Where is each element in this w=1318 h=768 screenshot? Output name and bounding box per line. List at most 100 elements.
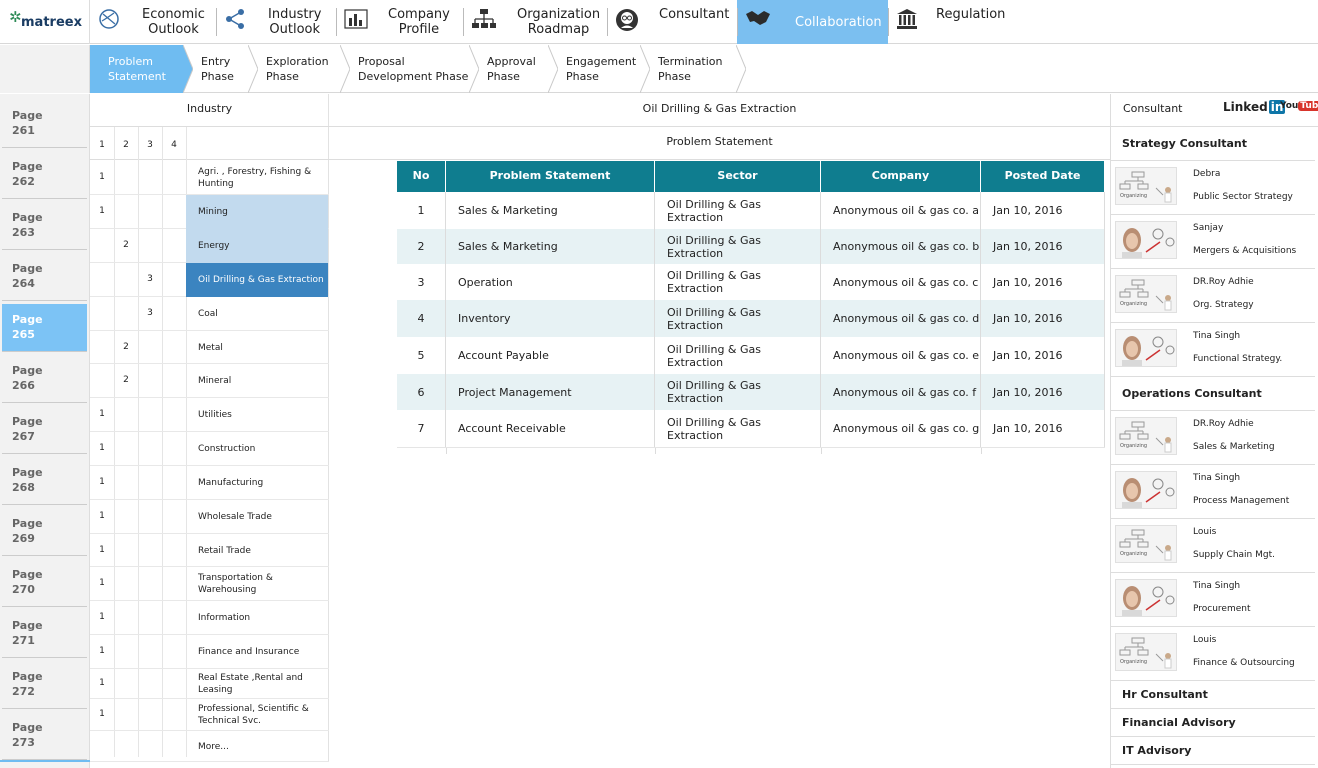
phase-proposal-development-phase[interactable]: Proposal Development Phase xyxy=(340,45,479,93)
consultant-category[interactable]: Hr Consultant xyxy=(1111,681,1315,709)
industry-row[interactable]: 1 Transportation & Warehousing xyxy=(90,567,329,601)
page-item[interactable]: Page 269 xyxy=(2,508,87,556)
column-header-no[interactable]: No xyxy=(397,161,446,192)
phase-engagement-phase[interactable]: Engagement Phase xyxy=(548,45,650,93)
logo-text: matreex xyxy=(21,15,82,30)
industry-name[interactable]: Agri. , Forestry, Fishing & Hunting xyxy=(186,161,328,195)
industry-name[interactable]: Coal xyxy=(186,297,328,331)
industry-row[interactable]: 1 Manufacturing xyxy=(90,466,329,500)
table-row[interactable]: 7 Account Receivable Oil Drilling & Gas Ex… xyxy=(397,410,1105,447)
consultant-category[interactable]: Operations Consultant xyxy=(1111,377,1315,411)
page-item[interactable]: Page 273 xyxy=(2,712,87,760)
industry-row[interactable]: 1 Mining xyxy=(90,195,329,229)
phase-approval-phase[interactable]: Approval Phase xyxy=(469,45,558,93)
page-item[interactable]: Page 270 xyxy=(2,559,87,607)
consultant-card[interactable]: Organizing Louis Finance & Outsourcing xyxy=(1111,627,1315,681)
consultant-category[interactable]: Financial Advisory xyxy=(1111,709,1315,737)
industry-name[interactable]: Construction xyxy=(186,432,328,466)
industry-name[interactable]: Oil Drilling & Gas Extraction xyxy=(186,263,328,297)
consultant-card[interactable]: Organizing DR.Roy Adhie Org. Strategy xyxy=(1111,269,1315,323)
level-3[interactable]: 3 xyxy=(138,140,162,150)
industry-name[interactable]: Wholesale Trade xyxy=(186,500,328,534)
industry-row[interactable]: 1 Real Estate ,Rental and Leasing xyxy=(90,669,329,699)
nav-economic-outlook[interactable]: Economic Outlook xyxy=(90,0,216,44)
consultant-photo: Organizing xyxy=(1115,417,1177,455)
industry-name[interactable]: Transportation & Warehousing xyxy=(186,567,328,601)
page-item[interactable]: Page 267 xyxy=(2,406,87,454)
nav-collaboration[interactable]: Collaboration xyxy=(737,0,888,44)
industry-row[interactable]: 2 Metal xyxy=(90,331,329,364)
consultant-card[interactable]: Tina Singh Process Management xyxy=(1111,465,1315,519)
page-item[interactable]: Page 264 xyxy=(2,253,87,301)
column-header-posted-date[interactable]: Posted Date xyxy=(981,161,1105,192)
industry-name[interactable]: Information xyxy=(186,601,328,635)
level-4[interactable]: 4 xyxy=(162,140,186,150)
industry-name[interactable]: More... xyxy=(186,731,328,762)
industry-name[interactable]: Mining xyxy=(186,195,328,229)
industry-name[interactable]: Manufacturing xyxy=(186,466,328,500)
industry-row[interactable]: 1 Utilities xyxy=(90,398,329,432)
nav-organization-roadmap[interactable]: Organization Roadmap xyxy=(463,0,607,44)
industry-row[interactable]: 1 Agri. , Forestry, Fishing & Hunting xyxy=(90,161,329,195)
page-item[interactable]: Page 263 xyxy=(2,202,87,250)
industry-name[interactable]: Energy xyxy=(186,229,328,263)
linkedin-icon[interactable]: Linked in xyxy=(1223,100,1286,114)
industry-row[interactable]: 1 Construction xyxy=(90,432,329,466)
consultant-card[interactable]: Tina Singh Functional Strategy. xyxy=(1111,323,1315,377)
page-item[interactable]: Page 261 xyxy=(2,100,87,148)
page-item[interactable]: Page 271 xyxy=(2,610,87,658)
youtube-icon[interactable]: YouTube xyxy=(1280,101,1318,111)
nav-industry-outlook[interactable]: Industry Outlook xyxy=(216,0,336,44)
industry-row[interactable]: 1 Finance and Insurance xyxy=(90,635,329,669)
cell-posted-date: Jan 10, 2016 xyxy=(981,410,1105,447)
industry-row[interactable]: 3 Oil Drilling & Gas Extraction xyxy=(90,263,329,297)
nav-consultant[interactable]: Consultant xyxy=(607,0,737,44)
table-row[interactable]: 5 Account Payable Oil Drilling & Gas Extra… xyxy=(397,337,1105,374)
consultant-card[interactable]: Tina Singh Procurement xyxy=(1111,573,1315,627)
industry-level-value: 1 xyxy=(99,443,105,453)
page-item[interactable]: Page 265 xyxy=(2,304,87,352)
industry-row[interactable]: 2 Mineral xyxy=(90,364,329,398)
industry-row[interactable]: More... xyxy=(90,731,329,762)
industry-name[interactable]: Utilities xyxy=(186,398,328,432)
nav-company-profile[interactable]: Company Profile xyxy=(336,0,463,44)
column-header-sector[interactable]: Sector xyxy=(655,161,821,192)
industry-row[interactable]: 2 Energy xyxy=(90,229,329,263)
consultant-card[interactable]: Organizing Debra Public Sector Strategy xyxy=(1111,161,1315,215)
table-row[interactable]: 6 Project Management Oil Drilling & Gas Ex… xyxy=(397,374,1105,410)
page-item[interactable]: Page 262 xyxy=(2,151,87,199)
phase-termination-phase[interactable]: Termination Phase xyxy=(640,45,746,93)
table-row[interactable]: 2 Sales & Marketing Oil Drilling & Gas Ext… xyxy=(397,229,1105,264)
industry-row[interactable]: 1 Information xyxy=(90,601,329,635)
industry-name[interactable]: Real Estate ,Rental and Leasing xyxy=(186,669,328,699)
table-row[interactable]: 4 Inventory Oil Drilling & Gas Extraction A… xyxy=(397,300,1105,337)
consultant-category[interactable]: Strategy Consultant xyxy=(1111,127,1315,161)
consultant-category[interactable]: IT Advisory xyxy=(1111,737,1315,765)
industry-row[interactable]: 1 Professional, Scientific & Technical Sv… xyxy=(90,699,329,731)
industry-name[interactable]: Mineral xyxy=(186,364,328,398)
consultant-card[interactable]: Organizing DR.Roy Adhie Sales & Marketing xyxy=(1111,411,1315,465)
page-item[interactable]: Page 268 xyxy=(2,457,87,505)
phase-exploration-phase[interactable]: Exploration Phase xyxy=(248,45,350,93)
level-2[interactable]: 2 xyxy=(114,140,138,150)
consultant-card[interactable]: Organizing Louis Supply Chain Mgt. xyxy=(1111,519,1315,573)
industry-name[interactable]: Finance and Insurance xyxy=(186,635,328,669)
industry-name[interactable]: Retail Trade xyxy=(186,534,328,567)
level-1[interactable]: 1 xyxy=(90,140,114,150)
industry-row[interactable]: 1 Retail Trade xyxy=(90,534,329,567)
page-item[interactable]: Page 272 xyxy=(2,661,87,709)
column-header-problem-statement[interactable]: Problem Statement xyxy=(446,161,655,192)
nav-regulation[interactable]: Regulation xyxy=(888,0,1018,44)
table-row[interactable]: 1 Sales & Marketing Oil Drilling & Gas Ext… xyxy=(397,192,1105,229)
page-item[interactable]: Page 266 xyxy=(2,355,87,403)
industry-row[interactable]: 1 Wholesale Trade xyxy=(90,500,329,534)
table-row[interactable]: 3 Operation Oil Drilling & Gas Extraction A… xyxy=(397,264,1105,300)
phase-entry-phase[interactable]: Entry Phase xyxy=(183,45,258,93)
industry-name[interactable]: Metal xyxy=(186,331,328,364)
phase-problem-statement[interactable]: Problem Statement xyxy=(90,45,193,93)
industry-name[interactable]: Professional, Scientific & Technical Svc… xyxy=(186,699,328,731)
consultant-card[interactable]: Sanjay Mergers & Acquisitions xyxy=(1111,215,1315,269)
logo[interactable]: ✲ matreex xyxy=(0,0,90,44)
column-header-company[interactable]: Company xyxy=(821,161,981,192)
industry-row[interactable]: 3 Coal xyxy=(90,297,329,331)
